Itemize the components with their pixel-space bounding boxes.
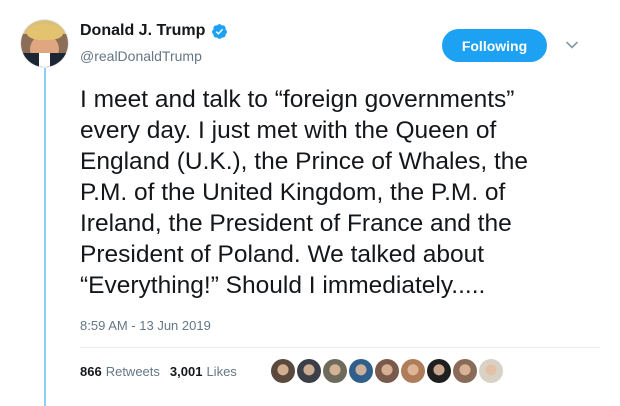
tweet-line: Ireland, the President of France and the — [80, 210, 512, 237]
verified-badge-icon — [212, 23, 228, 39]
liker-avatar[interactable] — [479, 359, 503, 383]
author-display-name[interactable]: Donald J. Trump — [80, 22, 205, 40]
tweet-line: England (U.K.), the Prince of Whales, th… — [80, 148, 529, 175]
liker-avatar[interactable] — [271, 359, 295, 383]
author-handle[interactable]: @realDonaldTrump — [80, 48, 202, 64]
tweet-line: “Everything!” Should I immediately..... — [80, 272, 486, 299]
liker-avatars — [271, 359, 505, 383]
following-button[interactable]: Following — [442, 29, 547, 62]
retweets-count[interactable]: 866 — [80, 364, 102, 379]
liker-avatar[interactable] — [297, 359, 321, 383]
tweet-text: I meet and talk to “foreign governments”… — [80, 84, 600, 301]
retweets-label[interactable]: Retweets — [106, 364, 160, 379]
tweet-stats: 866 Retweets 3,001 Likes — [80, 364, 237, 379]
tweet-line: P.M. of the United Kingdom, the P.M. of — [80, 179, 506, 206]
likes-count[interactable]: 3,001 — [170, 364, 203, 379]
thread-line — [44, 68, 46, 406]
liker-avatar[interactable] — [427, 359, 451, 383]
tweet-timestamp[interactable]: 8:59 AM - 13 Jun 2019 — [80, 318, 211, 333]
chevron-down-icon[interactable] — [565, 38, 579, 52]
avatar-shirt — [39, 53, 50, 67]
avatar-hair — [27, 24, 63, 40]
tweet-line: President of Poland. We talked about — [80, 241, 485, 268]
avatar[interactable] — [21, 20, 68, 67]
divider — [80, 347, 600, 348]
tweet-line: every day. I just met with the Queen of — [80, 117, 497, 144]
liker-avatar[interactable] — [375, 359, 399, 383]
liker-avatar[interactable] — [453, 359, 477, 383]
likes-label[interactable]: Likes — [206, 364, 236, 379]
liker-avatar[interactable] — [349, 359, 373, 383]
author-name[interactable]: Donald J. Trump — [80, 22, 228, 40]
liker-avatar[interactable] — [323, 359, 347, 383]
liker-avatar[interactable] — [401, 359, 425, 383]
tweet-line: I meet and talk to “foreign governments” — [80, 86, 515, 113]
